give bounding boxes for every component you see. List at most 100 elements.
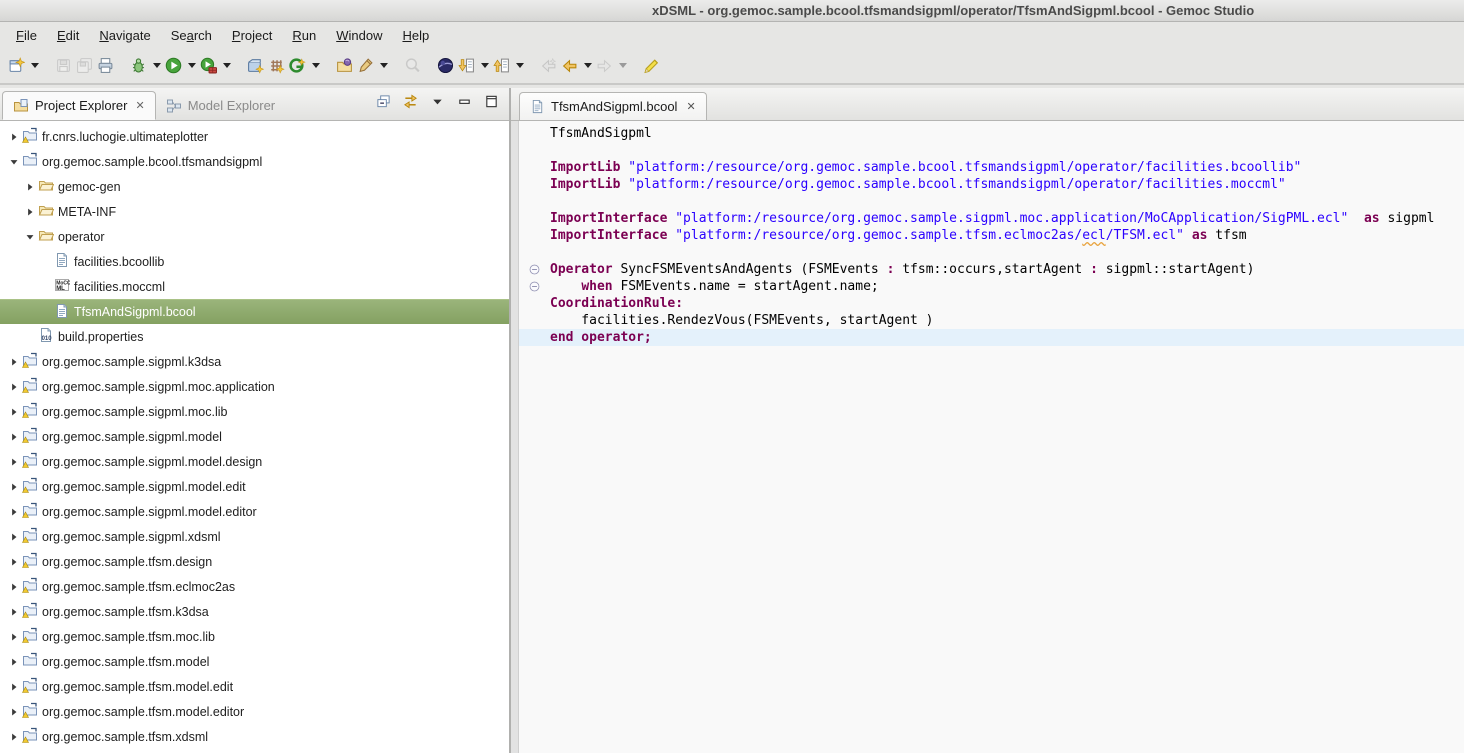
expand-arrow-icon[interactable] bbox=[9, 732, 19, 742]
code-line[interactable]: ImportInterface "platform:/resource/org.… bbox=[519, 227, 1464, 244]
run-external-tools-button[interactable] bbox=[198, 54, 219, 77]
link-with-editor-button[interactable] bbox=[403, 94, 418, 114]
close-icon[interactable]: ✕ bbox=[135, 99, 144, 112]
open-project-button[interactable] bbox=[334, 54, 355, 77]
view-menu-button[interactable] bbox=[430, 94, 445, 114]
tree-item[interactable]: org.gemoc.sample.sigpml.model.editor bbox=[0, 499, 509, 524]
new-modeling-project-button[interactable] bbox=[266, 54, 287, 77]
menu-file[interactable]: File bbox=[8, 25, 45, 46]
run-button[interactable] bbox=[163, 54, 184, 77]
expand-arrow-icon[interactable] bbox=[9, 532, 19, 542]
tree-item[interactable]: org.gemoc.sample.tfsm.design bbox=[0, 549, 509, 574]
tree-item[interactable]: org.gemoc.sample.sigpml.k3dsa bbox=[0, 349, 509, 374]
expand-arrow-icon[interactable] bbox=[9, 582, 19, 592]
menu-navigate[interactable]: Navigate bbox=[91, 25, 158, 46]
expand-arrow-icon[interactable] bbox=[9, 707, 19, 717]
collapse-all-button[interactable] bbox=[376, 94, 391, 114]
tree-item[interactable]: MoCCMLfacilities.moccml bbox=[0, 274, 509, 299]
new-gemoc-language-dropdown-arrow-icon[interactable] bbox=[312, 63, 320, 68]
tree-item[interactable]: org.gemoc.sample.sigpml.moc.lib bbox=[0, 399, 509, 424]
menu-window[interactable]: Window bbox=[328, 25, 390, 46]
back-dropdown-arrow-icon[interactable] bbox=[584, 63, 592, 68]
maximize-button[interactable] bbox=[484, 94, 499, 114]
menu-help[interactable]: Help bbox=[394, 25, 437, 46]
tree-item[interactable]: gemoc-gen bbox=[0, 174, 509, 199]
tab-model-explorer[interactable]: Model Explorer bbox=[156, 91, 285, 120]
new-gemoc-project-button[interactable] bbox=[245, 54, 266, 77]
expand-arrow-icon[interactable] bbox=[9, 432, 19, 442]
code-line[interactable]: ImportLib "platform:/resource/org.gemoc.… bbox=[519, 159, 1464, 176]
code-line[interactable]: facilities.RendezVous(FSMEvents, startAg… bbox=[519, 312, 1464, 329]
annotation-ruler[interactable] bbox=[511, 121, 519, 753]
fold-gutter[interactable] bbox=[519, 278, 550, 295]
menu-project[interactable]: Project bbox=[224, 25, 280, 46]
tree-item[interactable]: org.gemoc.sample.tfsm.eclmoc2as bbox=[0, 574, 509, 599]
code-line[interactable] bbox=[519, 142, 1464, 159]
tree-item[interactable]: facilities.bcoollib bbox=[0, 249, 509, 274]
menu-edit[interactable]: Edit bbox=[49, 25, 87, 46]
tree-item[interactable]: META-INF bbox=[0, 199, 509, 224]
expand-arrow-icon[interactable] bbox=[9, 132, 19, 142]
expand-arrow-icon[interactable] bbox=[9, 607, 19, 617]
expand-arrow-icon[interactable] bbox=[9, 507, 19, 517]
expand-arrow-icon[interactable] bbox=[9, 382, 19, 392]
new-dropdown-arrow-icon[interactable] bbox=[31, 63, 39, 68]
code-editor[interactable]: TfsmAndSigpml ImportLib "platform:/resour… bbox=[519, 121, 1464, 753]
print-button[interactable] bbox=[95, 54, 116, 77]
menu-search[interactable]: Search bbox=[163, 25, 220, 46]
code-line[interactable]: ImportLib "platform:/resource/org.gemoc.… bbox=[519, 176, 1464, 193]
tree-item[interactable]: TfsmAndSigpml.bcool bbox=[0, 299, 509, 324]
next-annotation-button[interactable] bbox=[456, 54, 477, 77]
tree-item[interactable]: org.gemoc.sample.sigpml.model.edit bbox=[0, 474, 509, 499]
menu-run[interactable]: Run bbox=[284, 25, 324, 46]
tree-item[interactable]: org.gemoc.sample.tfsm.model.editor bbox=[0, 699, 509, 724]
code-line[interactable] bbox=[519, 244, 1464, 261]
tree-item[interactable]: org.gemoc.sample.sigpml.model bbox=[0, 424, 509, 449]
tree-item[interactable]: org.gemoc.sample.bcool.tfsmandsigpml bbox=[0, 149, 509, 174]
code-line[interactable]: CoordinationRule: bbox=[519, 295, 1464, 312]
tree-item[interactable]: fr.cnrs.luchogie.ultimateplotter bbox=[0, 124, 509, 149]
expand-arrow-icon[interactable] bbox=[25, 207, 35, 217]
debug-dropdown-arrow-icon[interactable] bbox=[153, 63, 161, 68]
expand-arrow-icon[interactable] bbox=[9, 482, 19, 492]
editor-tab-tfsmandsigpml[interactable]: TfsmAndSigpml.bcool✕ bbox=[519, 92, 707, 120]
new-button[interactable] bbox=[6, 54, 27, 77]
tree-item[interactable]: org.gemoc.sample.tfsm.moc.lib bbox=[0, 624, 509, 649]
open-web-browser-button[interactable] bbox=[435, 54, 456, 77]
code-line[interactable]: Operator SyncFSMEventsAndAgents (FSMEven… bbox=[519, 261, 1464, 278]
previous-annotation-dropdown-arrow-icon[interactable] bbox=[516, 63, 524, 68]
tree-item[interactable]: org.gemoc.sample.sigpml.model.design bbox=[0, 449, 509, 474]
tree-item[interactable]: org.gemoc.sample.sigpml.xdsml bbox=[0, 524, 509, 549]
debug-button[interactable] bbox=[128, 54, 149, 77]
code-line[interactable] bbox=[519, 193, 1464, 210]
tree-item[interactable]: org.gemoc.sample.tfsm.model.edit bbox=[0, 674, 509, 699]
tree-item[interactable]: 010build.properties bbox=[0, 324, 509, 349]
mark-element-button[interactable] bbox=[355, 54, 376, 77]
tree-item[interactable]: org.gemoc.sample.sigpml.moc.application bbox=[0, 374, 509, 399]
tree-item[interactable]: org.gemoc.sample.tfsm.model bbox=[0, 649, 509, 674]
expand-arrow-icon[interactable] bbox=[9, 632, 19, 642]
code-line[interactable]: ImportInterface "platform:/resource/org.… bbox=[519, 210, 1464, 227]
expand-arrow-icon[interactable] bbox=[9, 407, 19, 417]
close-icon[interactable]: ✕ bbox=[686, 100, 695, 113]
expand-arrow-icon[interactable] bbox=[9, 657, 19, 667]
fold-gutter[interactable] bbox=[519, 261, 550, 278]
code-line[interactable]: when FSMEvents.name = startAgent.name; bbox=[519, 278, 1464, 295]
collapse-arrow-icon[interactable] bbox=[25, 232, 35, 242]
tree-item[interactable]: org.gemoc.sample.tfsm.xdsml bbox=[0, 724, 509, 749]
back-button[interactable] bbox=[559, 54, 580, 77]
expand-arrow-icon[interactable] bbox=[25, 182, 35, 192]
new-gemoc-language-button[interactable] bbox=[287, 54, 308, 77]
minimize-button[interactable] bbox=[457, 94, 472, 114]
expand-arrow-icon[interactable] bbox=[9, 682, 19, 692]
collapse-arrow-icon[interactable] bbox=[9, 157, 19, 167]
code-line[interactable]: TfsmAndSigpml bbox=[519, 125, 1464, 142]
expand-arrow-icon[interactable] bbox=[9, 557, 19, 567]
mark-element-dropdown-arrow-icon[interactable] bbox=[380, 63, 388, 68]
tree-item[interactable]: operator bbox=[0, 224, 509, 249]
code-line[interactable]: end operator; bbox=[519, 329, 1464, 346]
fold-collapse-icon[interactable] bbox=[528, 280, 541, 293]
tab-project-explorer[interactable]: Project Explorer✕ bbox=[2, 91, 156, 120]
toggle-highlight-button[interactable] bbox=[641, 54, 662, 77]
expand-arrow-icon[interactable] bbox=[9, 357, 19, 367]
